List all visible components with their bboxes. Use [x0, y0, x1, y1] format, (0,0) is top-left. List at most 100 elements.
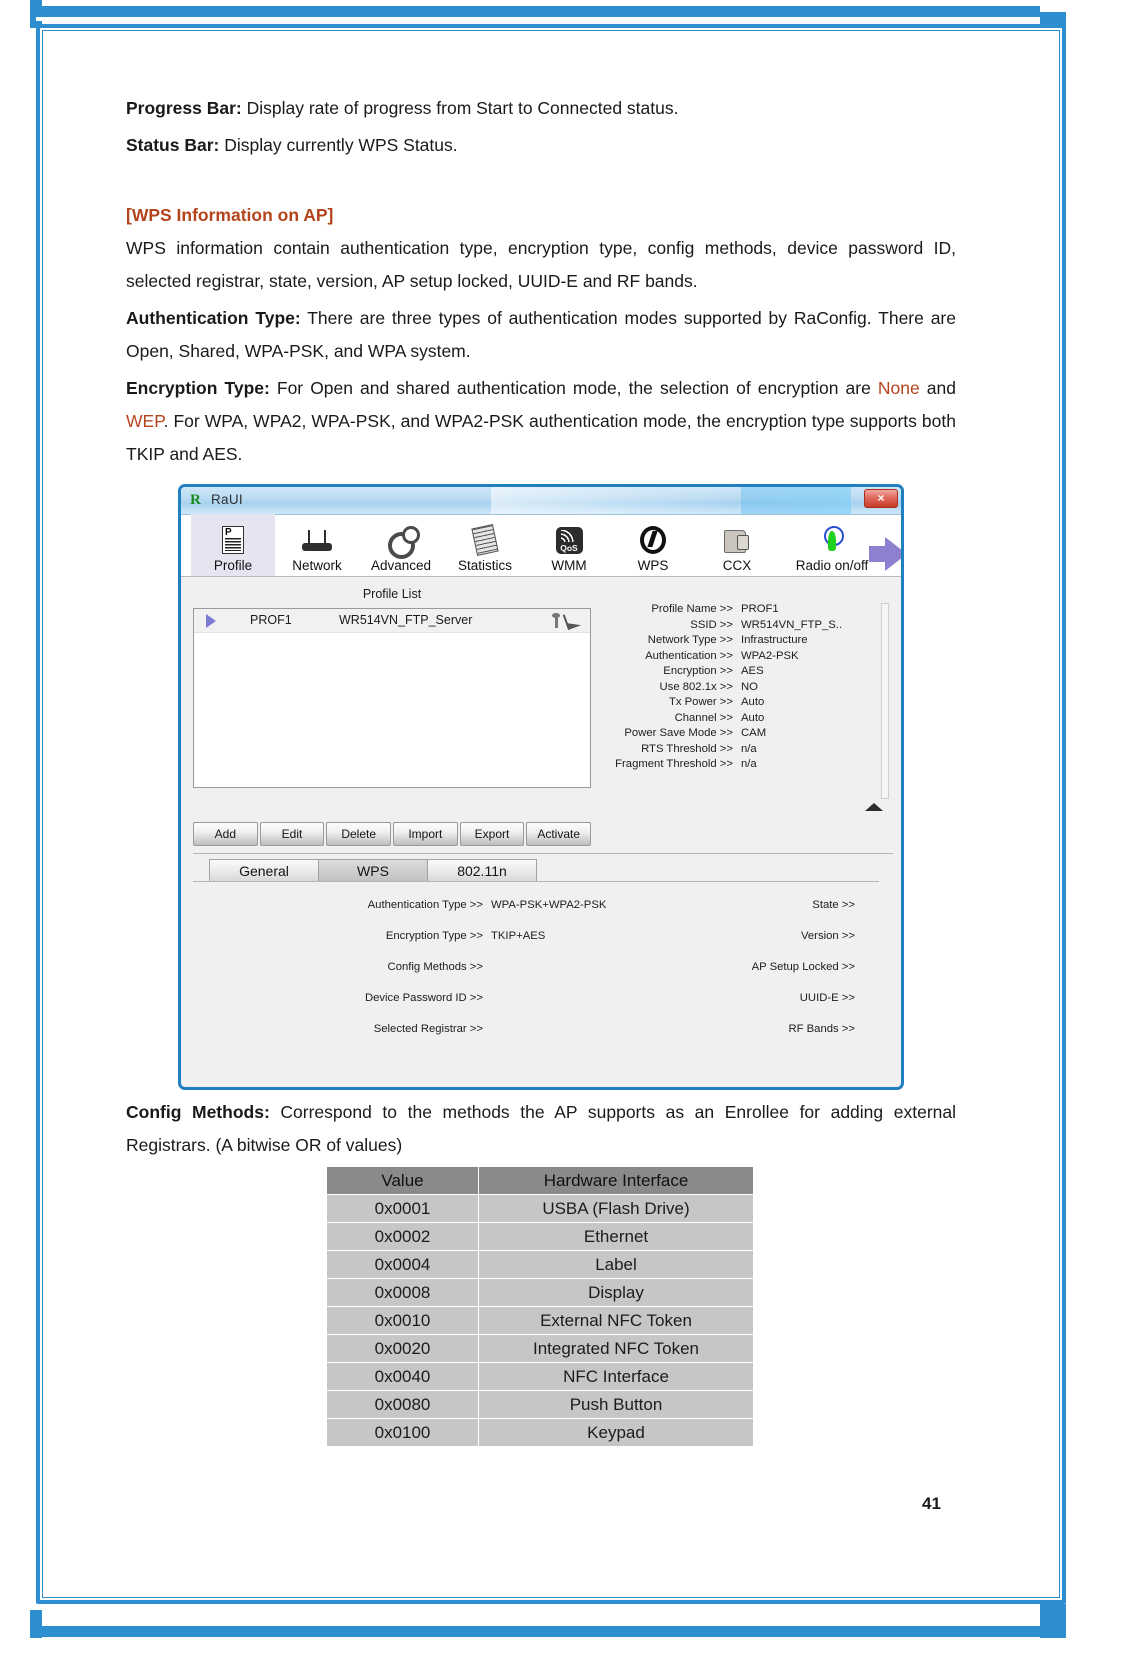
ccx-icon: [724, 523, 750, 557]
raui-title-bar[interactable]: R RaUI ×: [181, 487, 901, 515]
toolbar-item-wps[interactable]: WPS: [611, 514, 695, 576]
toolbar-label-profile: Profile: [213, 558, 253, 573]
profile-list-legend: Profile List: [193, 587, 889, 603]
cell-interface: Push Button: [478, 1390, 754, 1419]
tab-general[interactable]: General: [209, 859, 319, 882]
detail-value-ssid: WR514VN_FTP_S..: [741, 618, 843, 631]
detail-label-ssid: SSID >>: [690, 618, 733, 631]
tab-wps[interactable]: WPS: [318, 859, 428, 882]
paragraph-status-bar-term: Status Bar:: [126, 135, 220, 155]
wps-row-config-methods: Config Methods >> AP Setup Locked >>: [193, 961, 893, 992]
cell-value: 0x0010: [326, 1306, 479, 1335]
document-body: Progress Bar: Display rate of progress f…: [126, 92, 956, 475]
divider: [193, 853, 893, 854]
accent-word-none: None: [877, 378, 920, 398]
paragraph-encryption-type: Encryption Type: For Open and shared aut…: [126, 372, 956, 471]
paragraph-encryption-type-text: For Open and shared authentication mode,…: [269, 378, 878, 398]
signal-icon: [562, 609, 583, 631]
profile-detail-list: Profile Name >> PROF1 SSID >> WR514VN_FT…: [597, 603, 901, 774]
profile-list-box[interactable]: PROF1 WR514VN_FTP_Server: [193, 608, 591, 788]
cell-interface: Display: [478, 1278, 754, 1307]
table-row: 0x0020 Integrated NFC Token: [326, 1334, 754, 1363]
column-header-value: Value: [326, 1166, 479, 1195]
toolbar-label-advanced: Advanced: [370, 558, 432, 573]
profile-action-buttons: Add Edit Delete Import Export Activate: [193, 822, 592, 846]
toolbar-item-advanced[interactable]: Advanced: [359, 514, 443, 576]
cell-value: 0x0040: [326, 1362, 479, 1391]
profile-panel: Profile List PROF1 WR514VN_FTP_Server Pr…: [193, 587, 889, 811]
detail-row-use-8021x: Use 802.1x >> NO: [597, 680, 901, 693]
wps-information-grid: Authentication Type >> WPA-PSK+WPA2-PSK …: [193, 899, 893, 1054]
detail-row-ssid: SSID >> WR514VN_FTP_S..: [597, 618, 901, 631]
detail-value-tx-power: Auto: [741, 696, 765, 708]
collapse-chevron-icon[interactable]: [865, 803, 883, 811]
profile-row-ssid: WR514VN_FTP_Server: [339, 613, 473, 627]
cell-interface: Ethernet: [478, 1222, 754, 1251]
wps-label-rf-bands: RF Bands >>: [788, 1023, 855, 1035]
cell-value: 0x0002: [326, 1222, 479, 1251]
detail-value-power-save-mode: CAM: [741, 727, 767, 739]
active-profile-arrow-icon: [206, 614, 216, 628]
cell-value: 0x0004: [326, 1250, 479, 1279]
network-icon: [302, 523, 332, 557]
toolbar-item-statistics[interactable]: Statistics: [443, 514, 527, 576]
column-header-hardware-interface: Hardware Interface: [478, 1166, 754, 1195]
section-heading-wps-info-on-ap: [WPS Information on AP]: [126, 205, 334, 225]
paragraph-authentication-type-term: Authentication Type:: [126, 308, 301, 328]
wps-label-version: Version >>: [800, 930, 855, 942]
delete-button[interactable]: Delete: [326, 822, 392, 846]
table-row: 0x0080 Push Button: [326, 1390, 754, 1419]
detail-label-encryption: Encryption >>: [663, 665, 733, 677]
toolbar-item-radio-on-off[interactable]: Radio on/off: [779, 514, 885, 576]
import-button[interactable]: Import: [393, 822, 458, 846]
edit-button[interactable]: Edit: [259, 822, 325, 846]
toolbar-item-network[interactable]: Network: [275, 514, 359, 576]
detail-row-power-save-mode: Power Save Mode >> CAM: [597, 727, 901, 739]
table-row[interactable]: PROF1 WR514VN_FTP_Server: [194, 609, 590, 633]
wps-label-ap-setup-locked: AP Setup Locked >>: [751, 961, 855, 973]
detail-row-profile-name: Profile Name >> PROF1: [597, 603, 901, 615]
toolbar-item-profile[interactable]: Profile: [191, 514, 275, 576]
table-row: 0x0010 External NFC Token: [326, 1306, 754, 1335]
detail-label-rts-threshold: RTS Threshold >>: [641, 742, 733, 755]
cell-value: 0x0100: [326, 1418, 479, 1447]
wps-label-config-methods: Config Methods >>: [387, 961, 483, 973]
wps-row-encryption-type: Encryption Type >> TKIP+AES Version >>: [193, 930, 893, 961]
toolbar-item-wmm[interactable]: WMM: [527, 514, 611, 576]
activate-button[interactable]: Activate: [526, 822, 592, 846]
wps-label-device-password-id: Device Password ID >>: [364, 992, 483, 1004]
tab-80211n[interactable]: 802.11n: [427, 859, 537, 882]
detail-value-fragment-threshold: n/a: [741, 758, 757, 770]
detail-value-rts-threshold: n/a: [741, 742, 757, 755]
detail-row-rts-threshold: RTS Threshold >> n/a: [597, 742, 901, 755]
lock-icon: [552, 613, 560, 628]
cell-interface: External NFC Token: [478, 1306, 754, 1335]
profile-row-name: PROF1: [250, 613, 292, 627]
toolbar-label-wmm: WMM: [551, 558, 587, 573]
raui-content-area: Profile List PROF1 WR514VN_FTP_Server Pr…: [181, 577, 901, 1035]
toolbar-item-ccx[interactable]: CCX: [695, 514, 779, 576]
detail-value-use-8021x: NO: [741, 680, 758, 693]
table-row: 0x0001 USBA (Flash Drive): [326, 1194, 754, 1223]
detail-row-fragment-threshold: Fragment Threshold >> n/a: [597, 758, 901, 770]
detail-row-encryption: Encryption >> AES: [597, 665, 901, 677]
cell-interface: Integrated NFC Token: [478, 1334, 754, 1363]
toolbar-label-ccx: CCX: [722, 558, 752, 573]
qos-icon: [555, 523, 583, 557]
close-icon[interactable]: ×: [864, 489, 898, 508]
wps-icon: [640, 523, 666, 557]
wps-label-selected-registrar: Selected Registrar >>: [373, 1023, 483, 1035]
paragraph-progress-bar: Progress Bar: Display rate of progress f…: [126, 92, 956, 125]
table-row: 0x0040 NFC Interface: [326, 1362, 754, 1391]
next-arrow-icon[interactable]: [885, 537, 901, 571]
ralink-r-icon: R: [190, 492, 201, 508]
add-button[interactable]: Add: [193, 822, 258, 846]
detail-row-tx-power: Tx Power >> Auto: [597, 696, 901, 708]
cell-value: 0x0080: [326, 1390, 479, 1419]
scrollbar[interactable]: [881, 603, 889, 799]
detail-row-channel: Channel >> Auto: [597, 712, 901, 724]
paragraph-encryption-type-term: Encryption Type:: [126, 378, 270, 398]
tab-bar: General WPS 802.11n: [209, 859, 537, 882]
export-button[interactable]: Export: [459, 822, 525, 846]
